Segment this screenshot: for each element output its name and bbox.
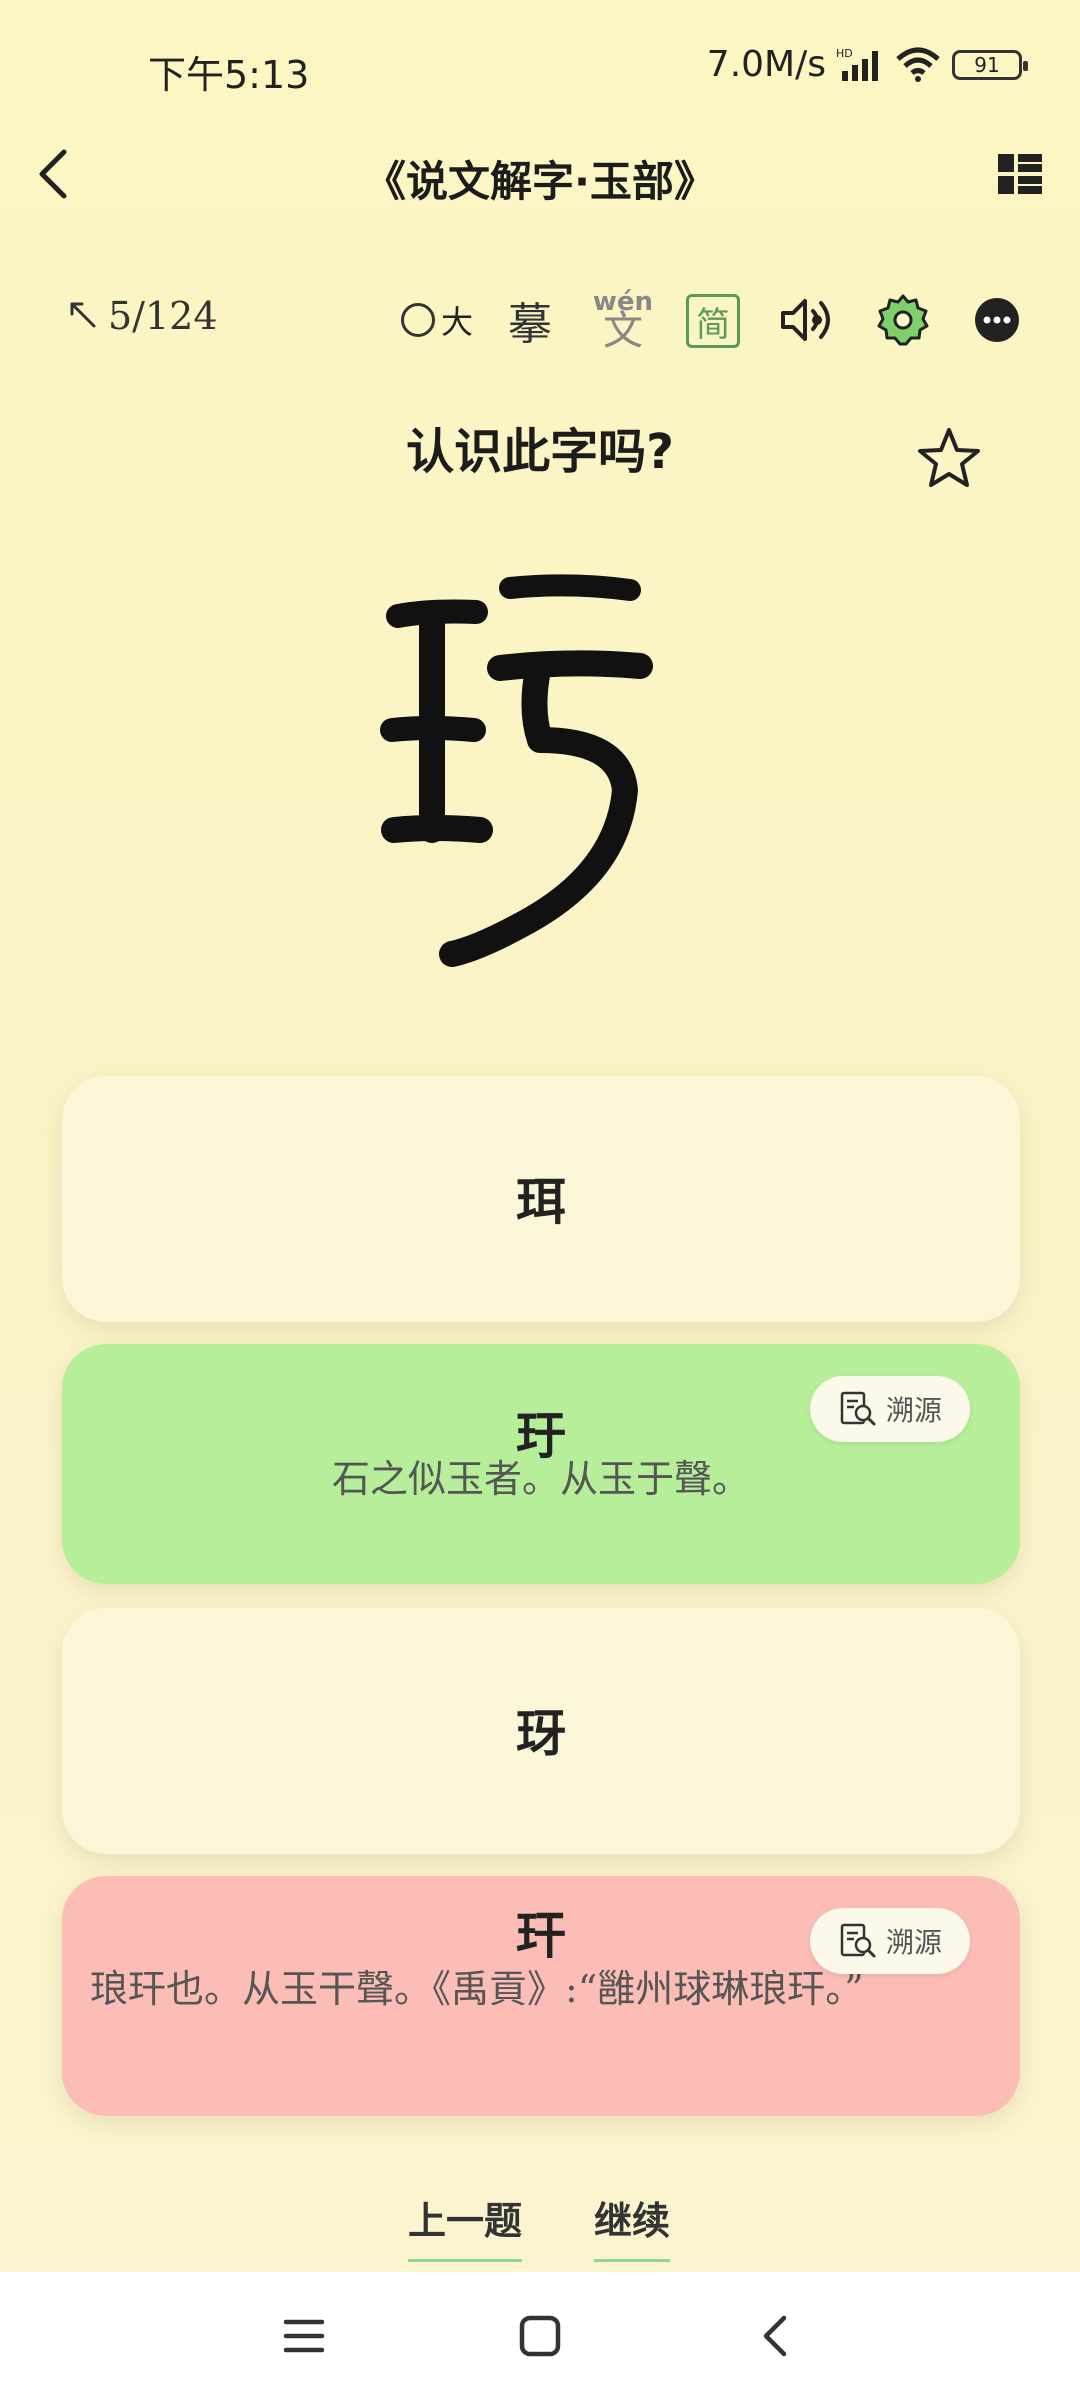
- menu-icon: [283, 2319, 325, 2353]
- status-bar: 下午5:13 7.0M/s HD 91: [0, 0, 1080, 140]
- toolbar: 5/124 大 摹 wén 文 简: [0, 280, 1080, 360]
- chevron-left-icon: [763, 2315, 787, 2357]
- option-definition: 石之似玉者。从玉于聲。: [331, 1457, 750, 1501]
- source-label: 溯源: [885, 1926, 942, 1959]
- circle-icon: [400, 303, 435, 337]
- audio-button[interactable]: [774, 288, 840, 352]
- system-back-button[interactable]: [746, 2306, 806, 2366]
- option-char: 玡: [516, 1705, 566, 1763]
- page-title: 《说文解字·玉部》: [364, 157, 716, 206]
- search-document-icon: [840, 1391, 876, 1426]
- source-label: 溯源: [885, 1394, 942, 1427]
- progress-count: 5/124: [108, 294, 218, 338]
- favorite-button[interactable]: [914, 424, 984, 494]
- battery-level: 91: [974, 52, 1000, 77]
- option-definition: 琅玕也。从玉干聲。《禹貢》:“雝州球琳琅玕。”: [90, 1967, 864, 2011]
- pickaxe-icon: [70, 302, 96, 328]
- pinyin-button[interactable]: wén 文: [590, 288, 656, 352]
- system-navigation-bar: [0, 2272, 1080, 2400]
- signal-badge: HD: [836, 47, 853, 60]
- wifi-icon: [896, 47, 940, 82]
- option-2-correct[interactable]: 玗 石之似玉者。从玉于聲。 溯源: [62, 1344, 1020, 1584]
- settings-button[interactable]: [870, 288, 936, 352]
- trace-button[interactable]: 摹: [500, 288, 560, 352]
- progress-indicator: 5/124: [68, 294, 218, 338]
- square-icon: [519, 2315, 561, 2357]
- star-icon: [918, 428, 980, 487]
- size-label: 大: [440, 303, 473, 341]
- grid-list-icon: [998, 154, 1042, 194]
- option-4-wrong[interactable]: 玕 琅玕也。从玉干聲。《禹貢》:“雝州球琳琅玕。” 溯源: [62, 1876, 1020, 2116]
- option-char: 珥: [516, 1173, 566, 1231]
- status-time: 下午5:13: [148, 53, 310, 97]
- recents-button[interactable]: [274, 2306, 334, 2366]
- source-button[interactable]: 溯源: [810, 1376, 970, 1442]
- home-button[interactable]: [510, 2306, 570, 2366]
- app-header: 《说文解字·玉部》: [0, 130, 1080, 220]
- seal-character-image: [380, 574, 653, 967]
- previous-question-button[interactable]: 上一题: [408, 2190, 523, 2262]
- question-navigation: 上一题 继续: [0, 2180, 1080, 2262]
- catalog-button[interactable]: [996, 150, 1044, 198]
- status-icons: 7.0M/s HD 91: [706, 44, 1028, 85]
- gear-icon: [877, 294, 929, 346]
- battery-indicator: 91: [952, 49, 1028, 80]
- more-button[interactable]: [964, 288, 1030, 352]
- size-toggle[interactable]: 大: [392, 288, 482, 352]
- seal-script-glyph: [370, 540, 710, 1000]
- network-speed: 7.0M/s: [706, 44, 826, 85]
- simplified-toggle[interactable]: 简: [686, 294, 740, 348]
- speaker-icon: [781, 299, 830, 341]
- pinyin-char: 文: [603, 308, 643, 354]
- more-icon: [975, 298, 1019, 342]
- option-3[interactable]: 玡: [62, 1608, 1020, 1854]
- continue-button[interactable]: 继续: [594, 2190, 671, 2262]
- option-1[interactable]: 珥: [62, 1076, 1020, 1322]
- search-document-icon: [840, 1923, 876, 1958]
- source-button[interactable]: 溯源: [810, 1908, 970, 1974]
- signal-icon: HD: [836, 47, 878, 81]
